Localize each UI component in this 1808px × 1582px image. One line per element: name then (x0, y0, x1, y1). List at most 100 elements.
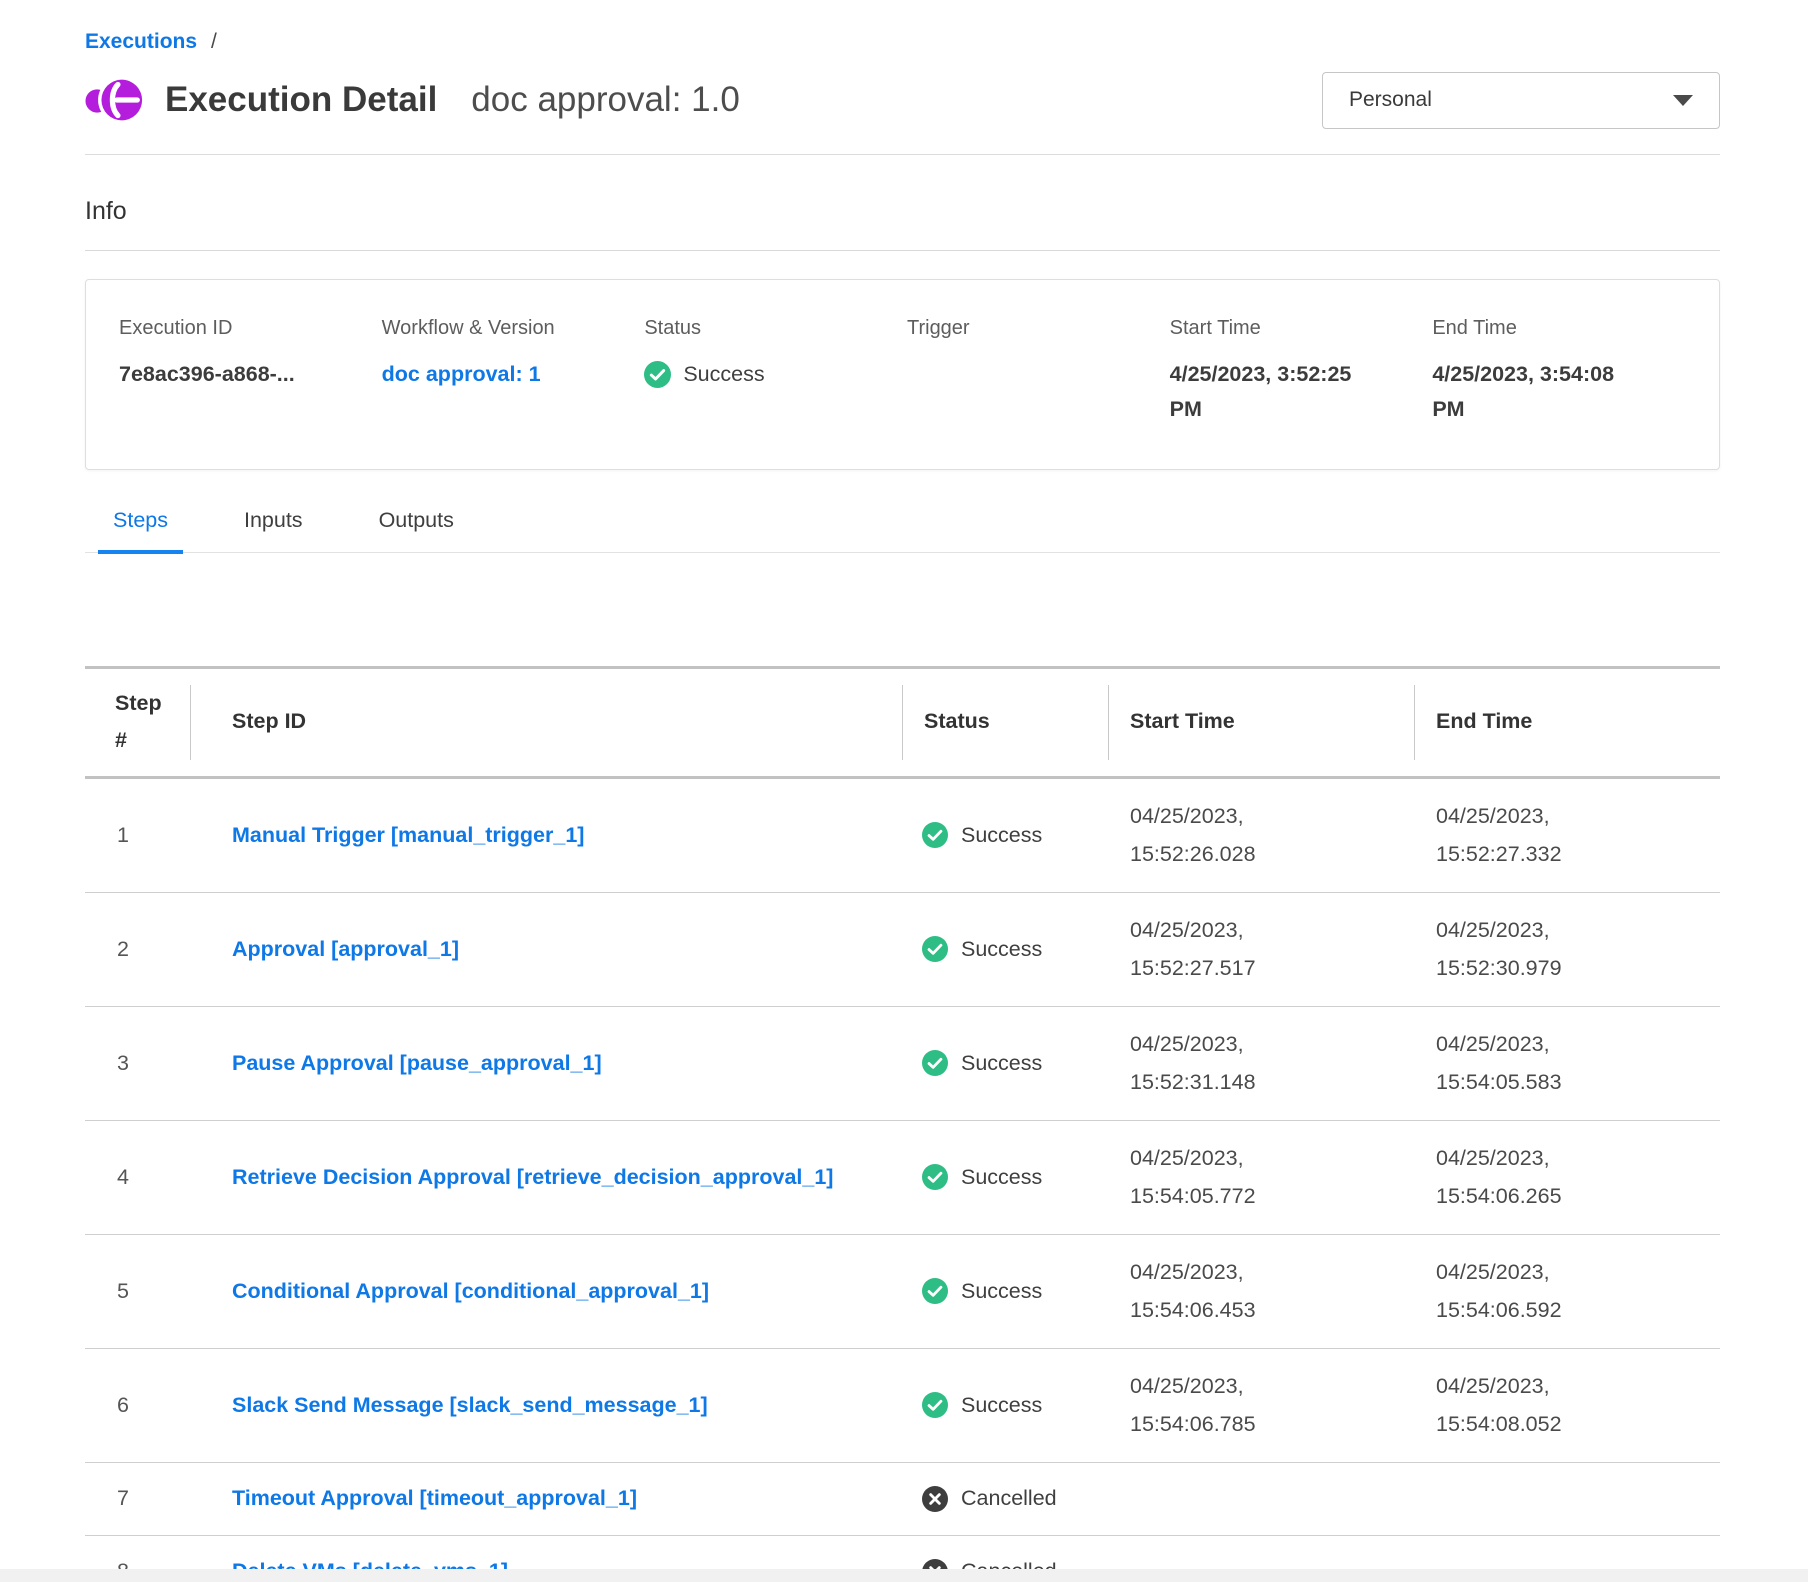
step-id-cell: Pause Approval [pause_approval_1] (190, 1007, 902, 1120)
step-id-cell: Slack Send Message [slack_send_message_1… (190, 1349, 902, 1462)
column-header-status: Status (902, 669, 1108, 776)
info-field-start-time: Start Time 4/25/2023, 3:52:25 PM (1170, 317, 1433, 427)
info-field-label: Start Time (1170, 317, 1433, 340)
page-bottom-edge (0, 1569, 1808, 1582)
step-id-link[interactable]: Timeout Approval [timeout_approval_1] (232, 1480, 637, 1517)
info-field-trigger: Trigger (907, 317, 1170, 427)
breadcrumb: Executions / (85, 0, 1720, 54)
step-id-link[interactable]: Pause Approval [pause_approval_1] (232, 1045, 602, 1082)
step-row-2: 2 Approval [approval_1] Success 04/25/2023,… (85, 893, 1720, 1007)
step-id-cell: Manual Trigger [manual_trigger_1] (190, 779, 902, 892)
step-end-time (1414, 1463, 1720, 1535)
step-status-text: Cancelled (961, 1486, 1057, 1511)
step-number: 1 (85, 779, 190, 892)
step-status-cell: Success (902, 1121, 1108, 1234)
info-section-heading: Info (85, 197, 1720, 226)
tab-inputs[interactable]: Inputs (229, 508, 318, 552)
step-number: 4 (85, 1121, 190, 1234)
step-status-text: Success (961, 1393, 1042, 1418)
step-row-6: 6 Slack Send Message [slack_send_message_… (85, 1349, 1720, 1463)
step-id-link[interactable]: Conditional Approval [conditional_approv… (232, 1273, 709, 1310)
check-circle-icon (922, 1278, 948, 1304)
check-circle-icon (922, 936, 948, 962)
step-id-link[interactable]: Retrieve Decision Approval [retrieve_dec… (232, 1159, 833, 1196)
column-header-end-time: End Time (1414, 669, 1720, 776)
workspace-dropdown[interactable]: Personal (1322, 72, 1720, 129)
step-end-time: 04/25/2023,15:54:06.592 (1414, 1235, 1720, 1348)
tab-outputs[interactable]: Outputs (364, 508, 469, 552)
step-row-5: 5 Conditional Approval [conditional_appro… (85, 1235, 1720, 1349)
info-field-label: Workflow & Version (382, 317, 645, 340)
column-header-step-: Step # (85, 669, 190, 776)
step-row-1: 1 Manual Trigger [manual_trigger_1] Succes… (85, 779, 1720, 893)
steps-table: Step # Step ID Status Start Time End Time 1 M… (85, 666, 1720, 1582)
workspace-dropdown-value: Personal (1349, 88, 1432, 112)
steps-table-header: Step # Step ID Status Start Time End Time (85, 669, 1720, 779)
step-status-text: Success (961, 1165, 1042, 1190)
status-text: Success (683, 357, 764, 392)
step-status-cell: Success (902, 779, 1108, 892)
step-id-link[interactable]: Manual Trigger [manual_trigger_1] (232, 817, 584, 854)
column-header-label: Status (924, 703, 990, 741)
info-field-label: End Time (1432, 317, 1695, 340)
breadcrumb-separator: / (211, 30, 217, 54)
column-header-label: Step ID (232, 703, 306, 741)
step-start-time: 04/25/2023,15:54:06.785 (1108, 1349, 1414, 1462)
step-status-cell: Success (902, 1007, 1108, 1120)
step-start-time: 04/25/2023,15:52:26.028 (1108, 779, 1414, 892)
steps-table-body: 1 Manual Trigger [manual_trigger_1] Succes… (85, 779, 1720, 1582)
info-heading-divider (85, 250, 1720, 251)
step-id-cell: Timeout Approval [timeout_approval_1] (190, 1463, 902, 1535)
step-number: 7 (85, 1463, 190, 1535)
step-row-7: 7 Timeout Approval [timeout_approval_1] Ca… (85, 1463, 1720, 1536)
info-field-label: Execution ID (119, 317, 382, 340)
step-id-link[interactable]: Slack Send Message [slack_send_message_1… (232, 1387, 708, 1424)
column-header-step-id: Step ID (190, 669, 902, 776)
page-subtitle: doc approval: 1.0 (471, 80, 740, 120)
detail-tabs: Steps Inputs Outputs (85, 508, 1720, 553)
step-status-text: Success (961, 823, 1042, 848)
tab-steps[interactable]: Steps (98, 508, 183, 554)
workflow-version-link[interactable]: doc approval: 1 (382, 357, 578, 392)
step-status-text: Success (961, 937, 1042, 962)
step-end-time: 04/25/2023,15:54:06.265 (1414, 1121, 1720, 1234)
info-field-workflow-version: Workflow & Version doc approval: 1 (382, 317, 645, 427)
info-field-label: Trigger (907, 317, 1170, 340)
title-divider (85, 154, 1720, 155)
step-status-cell: Cancelled (902, 1463, 1108, 1535)
step-number: 2 (85, 893, 190, 1006)
step-status-cell: Success (902, 1235, 1108, 1348)
step-start-time: 04/25/2023,15:54:05.772 (1108, 1121, 1414, 1234)
x-circle-icon (922, 1486, 948, 1512)
step-start-time: 04/25/2023,15:52:31.148 (1108, 1007, 1414, 1120)
step-end-time: 04/25/2023,15:54:08.052 (1414, 1349, 1720, 1462)
step-end-time: 04/25/2023,15:52:30.979 (1414, 893, 1720, 1006)
step-row-3: 3 Pause Approval [pause_approval_1] Succes… (85, 1007, 1720, 1121)
step-start-time: 04/25/2023,15:54:06.453 (1108, 1235, 1414, 1348)
page-title: Execution Detail (165, 80, 437, 120)
info-field-status: StatusSuccess (644, 317, 907, 427)
step-number: 6 (85, 1349, 190, 1462)
column-header-label: Start Time (1130, 703, 1235, 741)
step-row-4: 4 Retrieve Decision Approval [retrieve_de… (85, 1121, 1720, 1235)
check-circle-icon (922, 1050, 948, 1076)
step-start-time: 04/25/2023,15:52:27.517 (1108, 893, 1414, 1006)
info-field-value: 4/25/2023, 3:54:08 PM (1432, 357, 1628, 427)
check-circle-icon (922, 1392, 948, 1418)
breadcrumb-executions-link[interactable]: Executions (85, 30, 197, 54)
step-id-link[interactable]: Approval [approval_1] (232, 931, 459, 968)
info-field-value: 4/25/2023, 3:52:25 PM (1170, 357, 1366, 427)
column-header-start-time: Start Time (1108, 669, 1414, 776)
step-status-cell: Success (902, 1349, 1108, 1462)
step-status-text: Success (961, 1279, 1042, 1304)
step-id-cell: Approval [approval_1] (190, 893, 902, 1006)
check-circle-icon (922, 822, 948, 848)
column-header-label: End Time (1436, 703, 1532, 741)
check-circle-icon (644, 361, 671, 388)
info-field-execution-id: Execution ID7e8ac396-a868-... (119, 317, 382, 427)
step-number: 3 (85, 1007, 190, 1120)
step-number: 5 (85, 1235, 190, 1348)
check-circle-icon (922, 1164, 948, 1190)
info-field-end-time: End Time 4/25/2023, 3:54:08 PM (1432, 317, 1695, 427)
execution-detail-page: Executions / Execution Detail doc approv… (85, 0, 1720, 1582)
